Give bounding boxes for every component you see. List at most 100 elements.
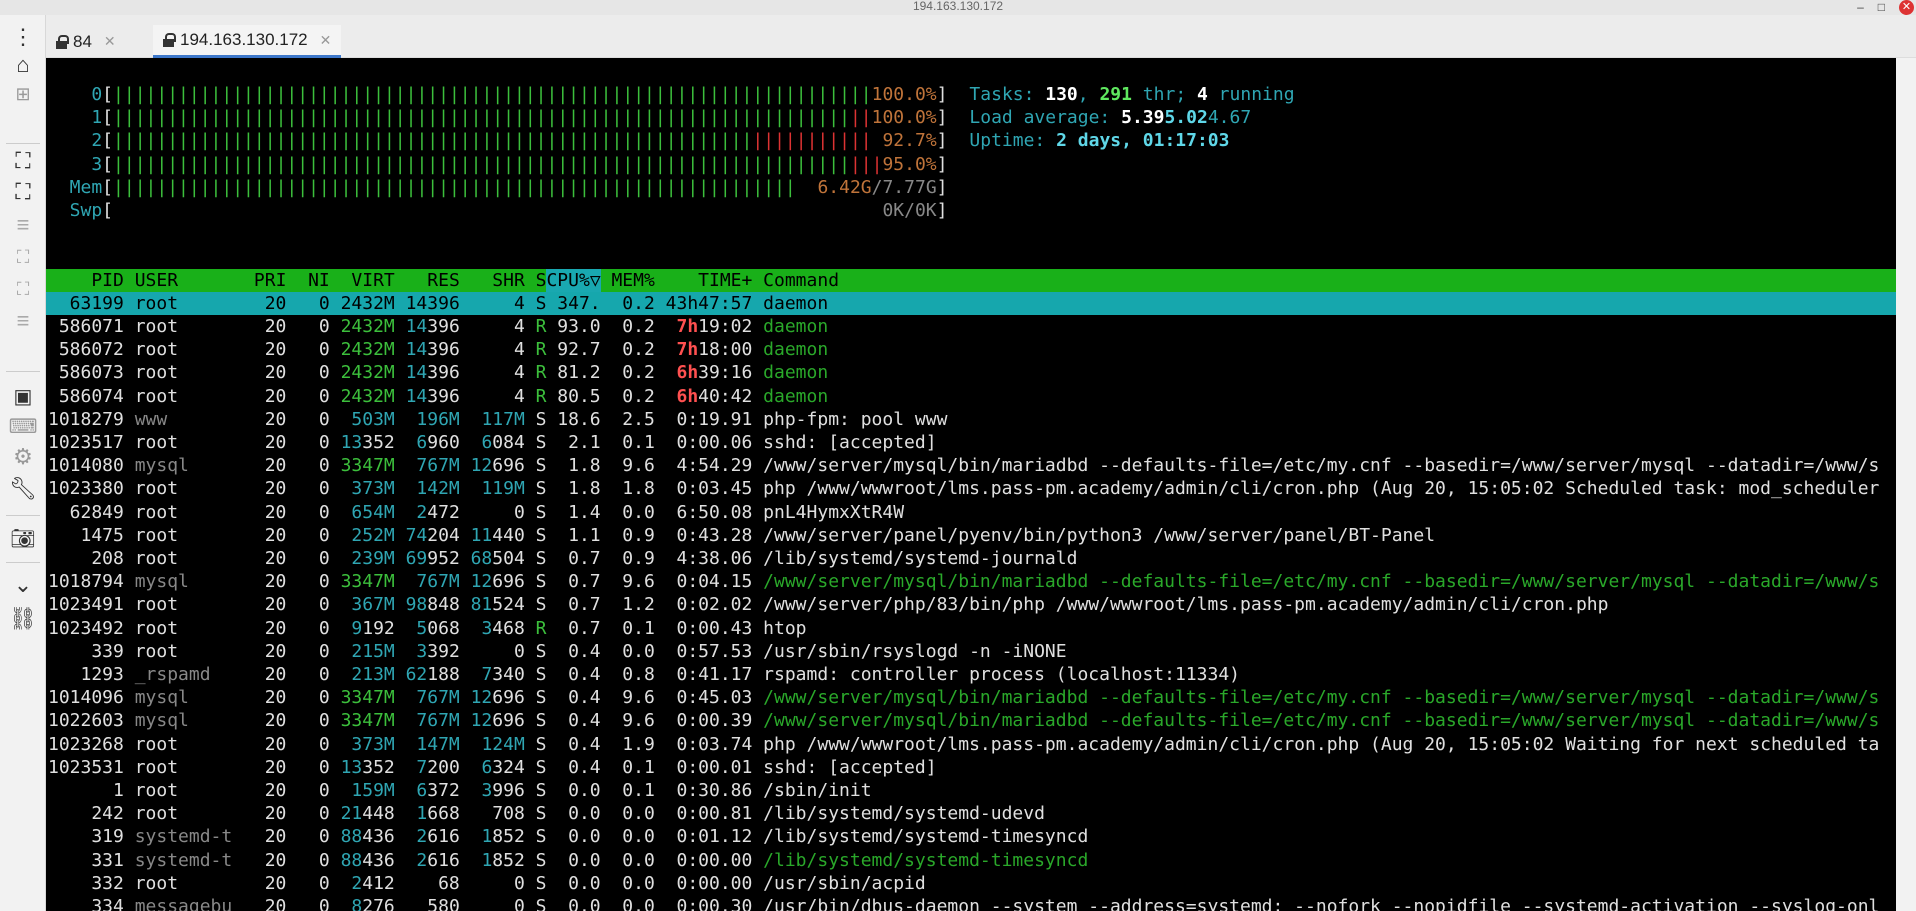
fullscreen-icon[interactable]: ⛶ — [9, 178, 37, 206]
cell-cpu: 0.7 — [568, 594, 601, 616]
cell-mem: 0.1 — [622, 780, 655, 801]
cell-user: root — [134, 316, 179, 337]
terminal[interactable]: 0[||||||||||||||||||||||||||||||||||||||… — [46, 58, 1896, 911]
cell-res: 147M — [416, 733, 460, 755]
minimize-button[interactable]: – — [1857, 1, 1864, 14]
cell-virt[interactable]: VIRT — [330, 269, 394, 292]
meter-value: 100.0% — [871, 84, 937, 105]
cell-pri: 20 — [264, 292, 287, 314]
process-row[interactable]: 1023491 root 20 0 367M 98848 81524 S 0.7 1.2 0:0… — [46, 593, 1896, 616]
display-icon[interactable]: ▣ — [9, 382, 37, 410]
home-icon[interactable]: ⌂ — [9, 51, 37, 79]
cell-cpu: 0.0 — [568, 896, 601, 911]
process-row[interactable]: 63199 root 20 0 2432M 14396 4 S 347. 0.2 43h47:5… — [46, 291, 1896, 315]
cell-pri: 20 — [264, 780, 287, 801]
process-row[interactable]: 208 root 20 0 239M 69952 68504 S 0.7 0.9 4:38.06… — [46, 547, 1896, 570]
meter-used: 6.42G — [817, 176, 872, 198]
cell-s: R — [535, 617, 547, 639]
process-row[interactable]: 334 messagebu 20 0 8276 580 0 S 0.0 0.0 0:00.30/… — [46, 895, 1896, 911]
list-icon[interactable]: ≡ — [9, 211, 37, 239]
cell-s: S — [535, 710, 547, 732]
cell-pid: 1 — [113, 780, 124, 801]
process-row[interactable]: 1023380 root 20 0 373M 142M 119M S 1.8 1.8 0:03.… — [46, 477, 1896, 500]
cell-cpu: 0.0 — [568, 780, 601, 801]
process-row[interactable]: 1014080 mysql 20 0 3347M 767M 12696 S 1.8 9.6 4:… — [46, 454, 1896, 477]
process-row[interactable]: 331 systemd-t 20 0 88436 2616 1852 S 0.0 0.0 0:0… — [46, 849, 1896, 872]
process-row[interactable]: 586073 root 20 0 2432M 14396 4 R 81.2 0.2 6h39:1… — [46, 361, 1896, 385]
cell-pri[interactable]: PRI — [243, 269, 287, 292]
cell-cmd: /usr/sbin/rsyslogd -n -iNONE — [763, 640, 1067, 662]
cell-s: S — [535, 756, 547, 778]
cell-pid[interactable]: PID — [48, 269, 124, 292]
tab-194-163-130-172[interactable]: 194.163.130.172 ✕ — [153, 25, 342, 58]
process-row[interactable]: 319 systemd-t 20 0 88436 2616 1852 S 0.0 0.0 0:0… — [46, 825, 1896, 848]
cell-user: root — [134, 501, 179, 523]
cell-s[interactable]: S — [525, 269, 547, 292]
cell-shr[interactable]: SHR — [460, 269, 525, 292]
process-row[interactable]: 1023268 root 20 0 373M 147M 124M S 0.4 1.9 0:03.… — [46, 733, 1896, 756]
close-window-button[interactable]: ✕ — [1899, 0, 1914, 15]
keyboard-icon[interactable]: ⌨ — [9, 412, 38, 440]
unlink-icon[interactable]: ⛓︎ — [9, 605, 37, 633]
settings-icon[interactable]: ⚙ — [9, 443, 37, 471]
new-tab-icon[interactable]: ⊞ — [9, 80, 37, 108]
cell-ni: 0 — [318, 408, 330, 430]
cell-pri: 20 — [264, 640, 287, 662]
process-row[interactable]: 1 root 20 0 159M 6372 3996 S 0.0 0.1 0:30.86/sbi… — [46, 779, 1896, 802]
process-row[interactable]: 62849 root 20 0 654M 2472 0 S 1.4 0.0 6:50.08 pnL… — [46, 501, 1896, 524]
meter-bar-empty — [796, 176, 818, 199]
menu-icon[interactable]: ⋮ — [9, 23, 37, 51]
process-row[interactable]: 1018794 mysql 20 0 3347M 767M 12696 S 0.7 9.6 0:… — [46, 570, 1896, 593]
process-row[interactable]: 586074 root 20 0 2432M 14396 4 R 80.5 0.2 6h40:4… — [46, 384, 1896, 408]
meter-bar-system: ||||||||||| — [752, 130, 872, 152]
process-row[interactable]: 1014096 mysql 20 0 3347M 767M 12696 S 0.4 9.6 0:… — [46, 686, 1896, 709]
cell-time[interactable]: TIME+ — [655, 269, 763, 292]
cell-shr: 117M — [481, 408, 525, 430]
process-row[interactable]: 586071 root 20 0 2432M 14396 4 R 93.0 0.2 7h19:0… — [46, 315, 1896, 339]
process-row[interactable]: 1023492 root 20 0 9192 5068 3468 R 0.7 0.1 0:00.… — [46, 617, 1896, 640]
cell-cmd[interactable]: Command — [763, 269, 839, 292]
cell-cpu: 1.1 — [568, 524, 601, 546]
window-title-bar: 194.163.130.172 – □ ✕ — [0, 0, 1916, 15]
cell-res[interactable]: RES — [395, 269, 460, 292]
split-alt-icon[interactable]: ⛶ — [9, 275, 37, 303]
close-tab-icon[interactable]: ✕ — [320, 32, 332, 49]
chevron-down-icon[interactable]: ⌄ — [9, 571, 37, 599]
process-row[interactable]: 1475 root 20 0 252M 74204 11440 S 1.1 0.9 0:43.2… — [46, 524, 1896, 547]
cell-shr: 68504 — [470, 548, 525, 569]
process-row[interactable]: 339 root 20 0 215M 3392 0 S 0.4 0.0 0:57.53/usr/… — [46, 640, 1896, 663]
list-alt-icon[interactable]: ≡ — [9, 307, 37, 335]
cell-virt: 2432M — [340, 316, 395, 337]
wrench-icon[interactable]: 🔧︎ — [9, 475, 37, 503]
load-average-line: Load average: 5.395.024.67 — [969, 106, 1251, 129]
cell-shr: 11440 — [470, 524, 525, 546]
cell-ni: 0 — [318, 432, 330, 453]
scrollbar[interactable] — [1896, 58, 1916, 911]
cell-cmd: /lib/systemd/systemd-timesyncd — [763, 849, 1089, 871]
process-row[interactable]: 1023531 root 20 0 13352 7200 6324 S 0.4 0.1 0:00… — [46, 756, 1896, 779]
split-icon[interactable]: ⛶ — [9, 243, 37, 271]
cell-res: 580 — [427, 896, 460, 911]
tab-84[interactable]: 84 ✕ — [46, 25, 126, 58]
process-row[interactable]: 1293 _rspamd 20 0 213M 62188 7340 S 0.4 0.8 0:41… — [46, 663, 1896, 686]
camera-icon[interactable]: 📷︎ — [9, 524, 37, 552]
process-row[interactable]: 1018279 www 20 0 503M 196M 117M S 18.6 2.5 0:19.… — [46, 408, 1896, 431]
cell-user[interactable]: USER — [135, 269, 233, 292]
cell-cpu: 0.4 — [568, 687, 601, 709]
cell-cpu[interactable]: CPU%▽ — [546, 268, 601, 292]
process-row[interactable]: 242 root 20 0 21448 1668 708 S 0.0 0.0 0:00.81/l… — [46, 802, 1896, 825]
process-row[interactable]: 586072 root 20 0 2432M 14396 4 R 92.7 0.2 7h18:0… — [46, 338, 1896, 362]
focus-icon[interactable]: ⛶ — [9, 147, 37, 175]
cell-cpu: 0.7 — [568, 571, 601, 593]
close-tab-icon[interactable]: ✕ — [104, 33, 116, 50]
cell-mem[interactable]: MEM% — [601, 269, 654, 292]
cell-s: S — [535, 826, 547, 848]
cell-mem: 0.0 — [622, 803, 655, 825]
cell-ni[interactable]: NI — [286, 269, 330, 292]
process-row[interactable]: 1022603 mysql 20 0 3347M 767M 12696 S 0.4 9.6 0:… — [46, 709, 1896, 732]
process-row[interactable]: 1023517 root 20 0 13352 6960 6084 S 2.1 0.1 0:00… — [46, 431, 1896, 454]
cell-shr: 12696 — [470, 571, 525, 593]
maximize-button[interactable]: □ — [1878, 1, 1885, 14]
cell-s: S — [535, 849, 547, 871]
process-row[interactable]: 332 root 20 0 2412 68 0 S 0.0 0.0 0:00.00/usr/sb… — [46, 872, 1896, 895]
